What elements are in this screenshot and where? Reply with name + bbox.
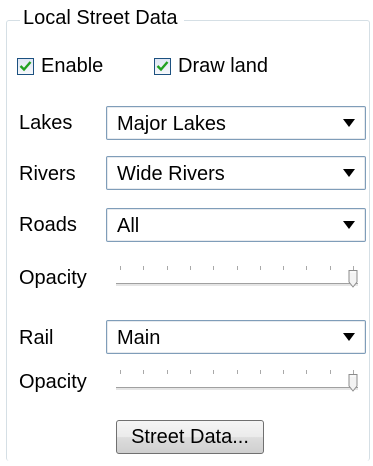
- chevron-down-icon[interactable]: [343, 221, 355, 229]
- slider-tick: [237, 266, 238, 270]
- group-title: Local Street Data: [20, 6, 184, 30]
- lakes-label: Lakes: [19, 112, 73, 134]
- chevron-down-icon[interactable]: [343, 333, 355, 341]
- checkmark-icon: [156, 61, 169, 72]
- rail-dropdown-value: Main: [117, 327, 161, 349]
- slider-tick: [190, 266, 191, 270]
- slider-tick: [330, 370, 331, 374]
- rail-opacity-slider[interactable]: [116, 370, 358, 396]
- slider-tick: [260, 370, 261, 374]
- slider-track: [116, 387, 358, 391]
- rail-label: Rail: [19, 327, 54, 349]
- draw-land-label[interactable]: Draw land: [178, 54, 268, 78]
- rail-dropdown[interactable]: Main: [106, 320, 366, 354]
- draw-land-checkbox[interactable]: [154, 57, 171, 75]
- slider-tick: [120, 266, 121, 270]
- rivers-dropdown-value: Wide Rivers: [117, 163, 225, 185]
- checkmark-icon: [19, 61, 32, 72]
- roads-opacity-label: Opacity: [19, 267, 87, 289]
- slider-tick: [330, 266, 331, 270]
- slider-tick: [306, 266, 307, 270]
- roads-opacity-slider[interactable]: [116, 266, 358, 292]
- slider-tick: [120, 370, 121, 374]
- draw-land-checkbox-row[interactable]: Draw land: [154, 54, 268, 78]
- chevron-down-icon[interactable]: [343, 119, 355, 127]
- rivers-dropdown[interactable]: Wide Rivers: [106, 156, 366, 190]
- slider-tick: [213, 370, 214, 374]
- enable-checkbox[interactable]: [17, 57, 34, 75]
- slider-tick: [260, 266, 261, 270]
- rivers-label: Rivers: [19, 163, 76, 185]
- chevron-down-icon[interactable]: [343, 169, 355, 177]
- lakes-dropdown[interactable]: Major Lakes: [106, 106, 366, 140]
- roads-label: Roads: [19, 214, 77, 236]
- slider-thumb[interactable]: [348, 270, 358, 288]
- slider-track: [116, 283, 358, 287]
- rail-opacity-label: Opacity: [19, 371, 87, 393]
- slider-tick: [283, 266, 284, 270]
- street-data-button[interactable]: Street Data...: [116, 420, 264, 454]
- lakes-dropdown-value: Major Lakes: [117, 113, 226, 135]
- slider-tick: [213, 266, 214, 270]
- slider-tick: [167, 266, 168, 270]
- roads-dropdown[interactable]: All: [106, 208, 366, 242]
- slider-tick: [237, 370, 238, 374]
- slider-tick: [143, 266, 144, 270]
- enable-label[interactable]: Enable: [41, 54, 103, 78]
- local-street-data-panel: Local Street Data Enable Draw land Lakes…: [0, 0, 373, 466]
- slider-tick: [167, 370, 168, 374]
- slider-tick: [283, 370, 284, 374]
- slider-tick: [306, 370, 307, 374]
- slider-thumb[interactable]: [348, 374, 358, 392]
- roads-dropdown-value: All: [117, 215, 140, 237]
- slider-tick: [143, 370, 144, 374]
- slider-tick: [190, 370, 191, 374]
- enable-checkbox-row[interactable]: Enable: [17, 54, 103, 78]
